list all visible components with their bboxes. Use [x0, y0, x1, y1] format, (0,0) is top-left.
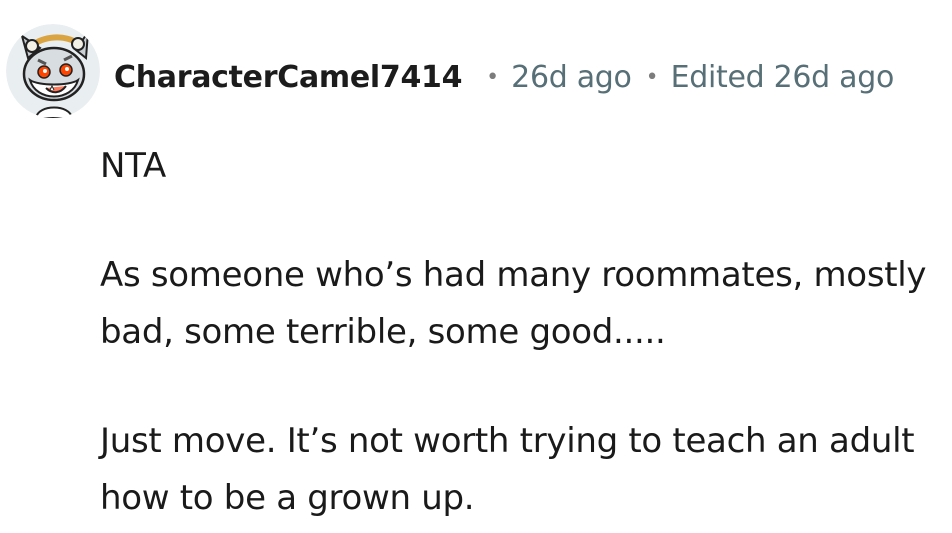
separator-dot: • — [486, 64, 500, 90]
comment-body: NTA As someone who’s had many roommates,… — [100, 138, 940, 527]
comment-paragraph: NTA — [100, 146, 166, 186]
user-avatar-icon[interactable] — [6, 24, 100, 118]
snoo-wolf-avatar-icon — [6, 24, 100, 118]
edited-timestamp: Edited 26d ago — [670, 59, 895, 95]
comment: CharacterCamel7414 • 26d ago • Edited 26… — [0, 0, 952, 533]
comment-timestamp[interactable]: 26d ago — [511, 60, 632, 95]
comment-paragraph: As someone who’s had many roommates, mos… — [100, 255, 927, 352]
comment-paragraph: Just move. It’s not worth trying to teac… — [100, 421, 915, 518]
comment-header: CharacterCamel7414 • 26d ago • Edited 26… — [114, 52, 894, 102]
username-link[interactable]: CharacterCamel7414 — [114, 60, 462, 95]
separator-dot: • — [645, 64, 659, 90]
